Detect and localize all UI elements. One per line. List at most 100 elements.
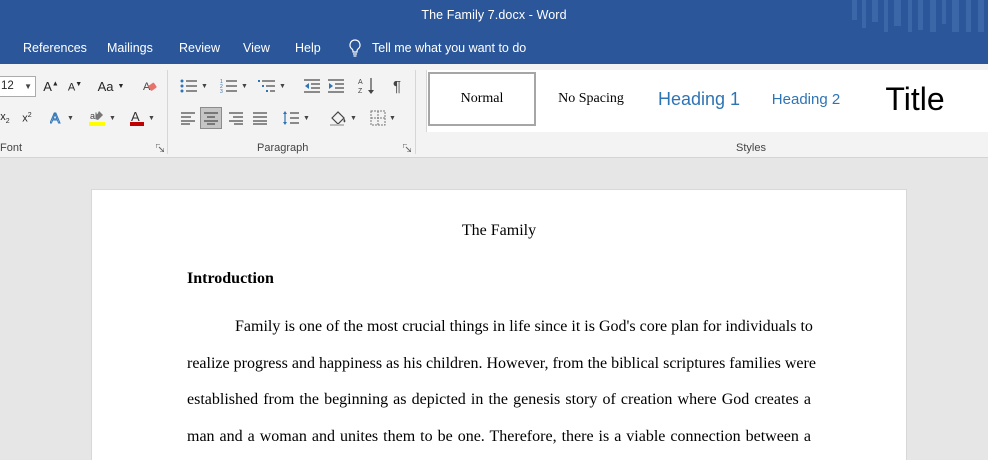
increase-indent-icon — [328, 79, 344, 93]
style-normal-label: Normal — [460, 91, 504, 106]
text-effects-icon: A — [50, 110, 61, 126]
style-heading-2-label: Heading 2 — [771, 90, 841, 108]
multilevel-list-button[interactable]: ▼ — [256, 76, 288, 96]
chevron-down-icon: ▼ — [241, 82, 248, 90]
font-size-value: 12 — [1, 80, 14, 92]
style-heading-2[interactable]: Heading 2 — [753, 72, 859, 126]
font-color-button[interactable]: A ▼ — [126, 108, 158, 128]
svg-text:3: 3 — [220, 89, 223, 94]
clear-formatting-button[interactable]: A — [140, 76, 160, 96]
grow-font-icon: A▲ — [43, 78, 59, 94]
document-heading: Introduction — [187, 270, 274, 287]
font-group-label: Font — [0, 142, 23, 154]
align-center-button[interactable] — [200, 107, 222, 129]
chevron-down-icon: ▼ — [303, 114, 310, 122]
tell-me-label: Tell me what you want to do — [372, 41, 527, 55]
paragraph-line: man and a woman and unites them to be on… — [187, 428, 811, 445]
shading-button[interactable]: ▼ — [326, 108, 360, 128]
numbering-button[interactable]: 123 ▼ — [218, 76, 250, 96]
sort-icon: AZ — [358, 78, 374, 95]
paragraph-line: realize progress and happiness as his ch… — [187, 355, 816, 372]
bullets-button[interactable]: ▼ — [178, 76, 210, 96]
change-case-label: Aa — [97, 78, 114, 94]
font-color-icon: A — [130, 109, 145, 126]
highlight-color-button[interactable]: ab ▼ — [86, 108, 118, 128]
borders-icon — [370, 110, 386, 126]
chevron-down-icon: ▼ — [279, 82, 286, 90]
highlighter-icon: ab — [89, 111, 106, 126]
style-heading-1[interactable]: Heading 1 — [645, 72, 753, 126]
bullets-icon — [180, 79, 198, 93]
numbering-icon: 123 — [220, 79, 238, 94]
decrease-indent-icon — [304, 79, 320, 93]
group-divider — [167, 70, 168, 154]
group-divider — [415, 70, 416, 154]
svg-text:A: A — [358, 79, 363, 86]
paragraph-line: established from the beginning as depict… — [187, 391, 811, 408]
menu-bar: References Mailings Review View Help Tel… — [0, 32, 988, 64]
svg-text:A: A — [50, 110, 60, 126]
align-right-icon — [229, 112, 243, 125]
styles-group-label: Styles — [736, 142, 766, 154]
styles-gallery: Normal No Spacing Heading 1 Heading 2 Ti… — [426, 70, 988, 132]
style-heading-1-label: Heading 1 — [657, 88, 741, 109]
decrease-indent-button[interactable] — [301, 76, 323, 96]
justify-button[interactable] — [250, 108, 270, 128]
pilcrow-icon: ¶ — [392, 77, 402, 95]
lightbulb-icon — [349, 39, 361, 57]
align-left-button[interactable] — [178, 108, 198, 128]
tab-review[interactable]: Review — [179, 41, 220, 55]
tab-references[interactable]: References — [23, 41, 87, 55]
line-spacing-button[interactable]: ▼ — [280, 108, 312, 128]
multilevel-list-icon — [258, 80, 276, 92]
style-title[interactable]: Title — [859, 72, 971, 126]
style-title-label: Title — [885, 80, 945, 117]
ribbon: 12 ▼ A▲ A▼ Aa ▼ A x2 x2 A ▼ ab ▼ A ▼ Fon… — [0, 64, 988, 158]
paragraph-group-label: Paragraph — [257, 142, 309, 154]
chevron-down-icon: ▼ — [389, 114, 396, 122]
svg-text:A: A — [131, 109, 140, 124]
style-no-spacing[interactable]: No Spacing — [537, 72, 645, 126]
subscript-icon: x2 — [0, 110, 10, 126]
chevron-down-icon: ▼ — [67, 114, 74, 122]
style-no-spacing-label: No Spacing — [558, 91, 624, 106]
chevron-down-icon: ▼ — [350, 114, 357, 122]
shrink-font-button[interactable]: A▼ — [66, 77, 84, 97]
shrink-font-icon: A▼ — [67, 80, 83, 94]
font-size-dropdown[interactable]: 12 ▼ — [0, 76, 36, 97]
chevron-down-icon: ▼ — [117, 82, 125, 90]
subscript-button[interactable]: x2 — [0, 108, 12, 128]
text-effects-button[interactable]: A ▼ — [50, 108, 74, 128]
show-formatting-marks-button[interactable]: ¶ — [387, 76, 407, 96]
borders-button[interactable]: ▼ — [366, 108, 400, 128]
chevron-down-icon: ▼ — [24, 82, 32, 91]
eraser-icon: A — [143, 81, 157, 93]
align-center-icon — [204, 112, 218, 125]
dialog-launcher-icon[interactable] — [156, 144, 164, 152]
tab-help[interactable]: Help — [295, 41, 321, 55]
document-title: The Family — [461, 222, 537, 239]
tab-mailings[interactable]: Mailings — [107, 41, 153, 55]
align-right-button[interactable] — [226, 108, 246, 128]
paint-bucket-icon — [330, 111, 346, 126]
superscript-button[interactable]: x2 — [18, 108, 36, 128]
tell-me-search[interactable]: Tell me what you want to do — [348, 39, 526, 57]
chevron-down-icon: ▼ — [201, 82, 208, 90]
title-bar: The Family 7.docx - Word — [0, 0, 988, 38]
change-case-button[interactable]: Aa ▼ — [94, 76, 128, 96]
paragraph-line: Family is one of the most crucial things… — [235, 318, 813, 335]
style-normal[interactable]: Normal — [428, 72, 536, 126]
sort-button[interactable]: AZ — [356, 76, 378, 96]
tab-view[interactable]: View — [243, 41, 270, 55]
dialog-launcher-icon[interactable] — [403, 144, 411, 152]
window-title: The Family 7.docx - Word — [421, 8, 567, 22]
chevron-down-icon: ▼ — [109, 114, 116, 122]
increase-indent-button[interactable] — [325, 76, 347, 96]
align-left-icon — [181, 112, 195, 125]
justify-icon — [253, 112, 267, 125]
line-spacing-icon — [283, 111, 300, 125]
superscript-icon: x2 — [22, 111, 32, 125]
grow-font-button[interactable]: A▲ — [42, 76, 60, 96]
document-page[interactable]: The Family Introduction Family is one of… — [92, 190, 906, 460]
svg-text:Z: Z — [358, 88, 363, 95]
